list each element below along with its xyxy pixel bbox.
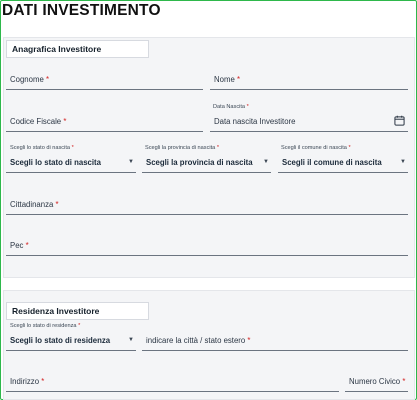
stato-nascita-select[interactable]: Scegli lo stato di nascita ▼ (6, 153, 136, 173)
comune-nascita-label: Scegli il comune di nascita * (281, 145, 351, 151)
data-nascita-label: Data Nascita * (213, 104, 249, 110)
numero-civico-field[interactable]: Numero Civico * (345, 372, 408, 392)
calendar-icon[interactable] (394, 115, 405, 126)
stato-residenza-select[interactable]: Scegli lo stato di residenza ▼ (6, 331, 136, 351)
comune-nascita-select[interactable]: Scegli il comune di nascita ▼ (278, 153, 408, 173)
stato-nascita-label: Scegli lo stato di nascita * (10, 145, 74, 151)
chevron-down-icon: ▼ (128, 337, 134, 343)
chevron-down-icon: ▼ (400, 159, 406, 165)
provincia-nascita-select[interactable]: Scegli la provincia di nascita ▼ (142, 153, 271, 173)
provincia-nascita-label: Scegli la provincia di nascita * (145, 145, 220, 151)
chevron-down-icon: ▼ (263, 159, 269, 165)
indirizzo-field[interactable]: Indirizzo * (6, 372, 339, 392)
cognome-field[interactable]: Cognome * (6, 70, 203, 90)
chevron-down-icon: ▼ (128, 159, 134, 165)
pec-field[interactable]: Pec * (6, 236, 408, 256)
data-nascita-field[interactable]: Data nascita Investitore (210, 112, 408, 132)
anagrafica-section-title: Anagrafica Investitore (6, 40, 149, 58)
citta-field[interactable]: indicare la città / stato estero * (142, 331, 408, 351)
codice-fiscale-field[interactable]: Codice Fiscale * (6, 112, 203, 132)
nome-field[interactable]: Nome * (210, 70, 408, 90)
page-title: DATI INVESTIMENTO (2, 2, 161, 19)
residenza-section-title: Residenza Investitore (6, 302, 149, 320)
stato-residenza-label: Scegli lo stato di residenza * (10, 323, 81, 329)
cittadinanza-field[interactable]: Cittadinanza * (6, 195, 408, 215)
